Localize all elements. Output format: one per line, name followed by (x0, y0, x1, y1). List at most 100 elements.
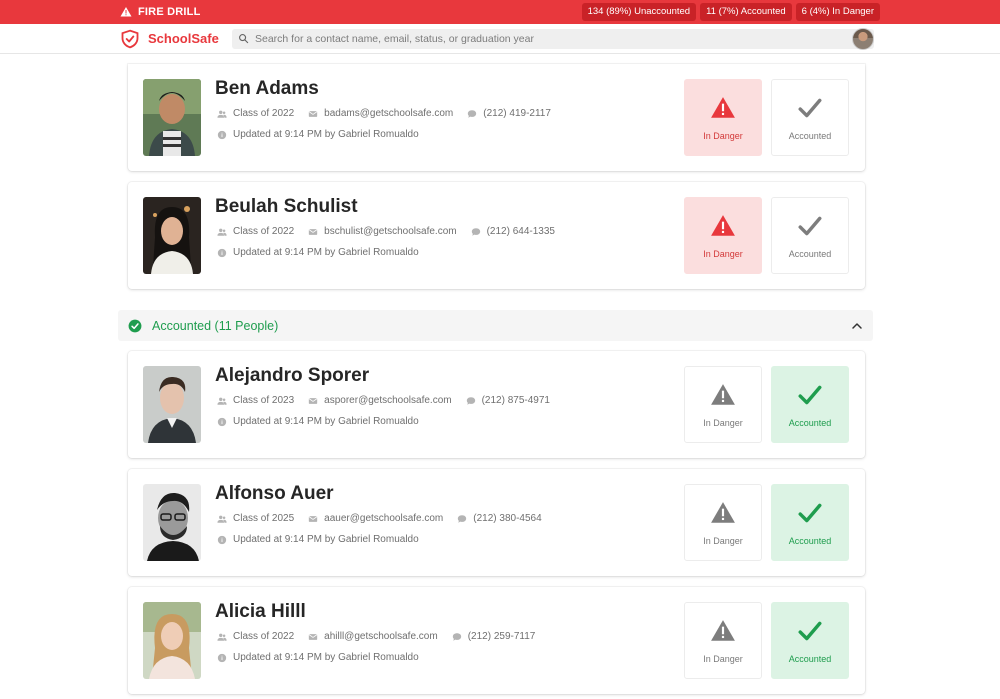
accounted-button[interactable]: Accounted (771, 79, 849, 156)
contact-updated-row: Updated at 9:14 PM by Gabriel Romualdo (217, 534, 433, 545)
people-icon (217, 397, 227, 405)
contact-name: Alejandro Sporer (215, 365, 370, 386)
contact-name: Alicia Hilll (215, 601, 306, 622)
warning-icon (711, 96, 735, 118)
shield-check-icon (121, 29, 139, 48)
contact-class: Class of 2025 (233, 513, 295, 524)
envelope-icon (308, 515, 318, 522)
in-danger-label: In Danger (703, 130, 743, 141)
people-icon (217, 515, 227, 523)
search-bar[interactable] (232, 28, 874, 49)
in-danger-button[interactable]: In Danger (684, 366, 762, 443)
in-danger-label: In Danger (703, 248, 743, 259)
user-avatar[interactable] (852, 28, 874, 50)
warning-icon (711, 214, 735, 236)
contact-updated: Updated at 9:14 PM by Gabriel Romualdo (233, 247, 419, 258)
people-icon (217, 228, 227, 236)
contact-phone[interactable]: (212) 644-1335 (487, 226, 555, 237)
alert-banner: FIRE DRILL 134 (89%) Unaccounted 11 (7%)… (0, 0, 1000, 24)
in-danger-button[interactable]: In Danger (684, 79, 762, 156)
contact-photo (143, 366, 201, 443)
accounted-label: Accounted (788, 130, 832, 141)
contact-card: Ben Adams Class of 2022 badams@getschool… (128, 64, 865, 171)
in-danger-label: In Danger (703, 535, 743, 546)
contact-updated-row: Updated at 9:14 PM by Gabriel Romualdo (217, 416, 433, 427)
contact-name: Alfonso Auer (215, 483, 334, 504)
contact-email[interactable]: bschulist@getschoolsafe.com (324, 226, 456, 237)
chat-icon (468, 109, 477, 118)
contact-card: Alicia Hilll Class of 2022 ahilll@getsch… (128, 587, 865, 694)
stat-in-danger[interactable]: 6 (4%) In Danger (795, 3, 880, 21)
contact-photo (143, 602, 201, 679)
people-icon (217, 633, 227, 641)
envelope-icon (308, 228, 318, 235)
accounted-button[interactable]: Accounted (771, 484, 849, 561)
accounted-button[interactable]: Accounted (771, 602, 849, 679)
contact-photo (143, 197, 201, 274)
contact-meta: Class of 2022 ahilll@getschoolsafe.com (… (217, 631, 549, 642)
chat-icon (452, 632, 461, 641)
chevron-up-icon[interactable] (851, 320, 863, 332)
stat-unaccounted[interactable]: 134 (89%) Unaccounted (581, 3, 697, 21)
checkmark-icon (798, 385, 822, 404)
accounted-label: Accounted (788, 248, 832, 259)
alert-stats: 134 (89%) Unaccounted 11 (7%) Accounted … (581, 3, 880, 21)
contact-name: Beulah Schulist (215, 196, 358, 217)
contact-updated: Updated at 9:14 PM by Gabriel Romualdo (233, 652, 419, 663)
alert-title-text: FIRE DRILL (138, 6, 201, 18)
contact-meta: Class of 2023 asporer@getschoolsafe.com … (217, 395, 564, 406)
checkmark-icon (798, 503, 822, 522)
info-icon (217, 248, 227, 257)
info-icon (217, 653, 227, 662)
in-danger-button[interactable]: In Danger (684, 197, 762, 274)
contact-email[interactable]: badams@getschoolsafe.com (324, 108, 453, 119)
contact-class: Class of 2022 (233, 631, 295, 642)
chat-icon (466, 396, 475, 405)
info-icon (217, 417, 227, 426)
warning-icon (711, 383, 735, 405)
search-icon (239, 34, 249, 44)
contact-phone[interactable]: (212) 875-4971 (482, 395, 550, 406)
brand[interactable]: SchoolSafe (120, 29, 232, 49)
contact-phone[interactable]: (212) 259-7117 (468, 631, 536, 642)
accounted-label: Accounted (788, 653, 832, 664)
people-icon (217, 110, 227, 118)
warning-icon (711, 619, 735, 641)
contact-updated-row: Updated at 9:14 PM by Gabriel Romualdo (217, 652, 433, 663)
contact-updated: Updated at 9:14 PM by Gabriel Romualdo (233, 416, 419, 427)
accounted-button[interactable]: Accounted (771, 197, 849, 274)
contact-class: Class of 2022 (233, 226, 295, 237)
contact-photo (143, 484, 201, 561)
check-circle-icon (128, 319, 142, 332)
contact-updated-row: Updated at 9:14 PM by Gabriel Romualdo (217, 129, 433, 140)
contact-email[interactable]: asporer@getschoolsafe.com (324, 395, 451, 406)
warning-icon (711, 501, 735, 523)
warning-icon (120, 7, 132, 17)
contact-phone[interactable]: (212) 419-2117 (483, 108, 551, 119)
contact-card: Alejandro Sporer Class of 2023 asporer@g… (128, 351, 865, 458)
in-danger-button[interactable]: In Danger (684, 484, 762, 561)
contact-meta: Class of 2022 badams@getschoolsafe.com (… (217, 108, 565, 119)
checkmark-icon (798, 216, 822, 235)
contact-updated: Updated at 9:14 PM by Gabriel Romualdo (233, 129, 419, 140)
search-input[interactable] (255, 32, 868, 45)
accounted-label: Accounted (788, 417, 832, 428)
in-danger-label: In Danger (703, 653, 743, 664)
accounted-section-header[interactable]: Accounted (11 People) (118, 310, 873, 341)
chat-icon (458, 514, 467, 523)
checkmark-icon (798, 621, 822, 640)
contact-photo (143, 79, 201, 156)
envelope-icon (308, 110, 318, 117)
accounted-button[interactable]: Accounted (771, 366, 849, 443)
contact-email[interactable]: aauer@getschoolsafe.com (324, 513, 443, 524)
stat-accounted[interactable]: 11 (7%) Accounted (700, 3, 792, 21)
section-title: Accounted (11 People) (152, 318, 279, 333)
contact-updated: Updated at 9:14 PM by Gabriel Romualdo (233, 534, 419, 545)
accounted-label: Accounted (788, 535, 832, 546)
envelope-icon (308, 633, 318, 640)
in-danger-button[interactable]: In Danger (684, 602, 762, 679)
contact-card: Alfonso Auer Class of 2025 aauer@getscho… (128, 469, 865, 576)
contact-meta: Class of 2025 aauer@getschoolsafe.com (2… (217, 513, 556, 524)
contact-email[interactable]: ahilll@getschoolsafe.com (324, 631, 438, 642)
contact-phone[interactable]: (212) 380-4564 (473, 513, 541, 524)
